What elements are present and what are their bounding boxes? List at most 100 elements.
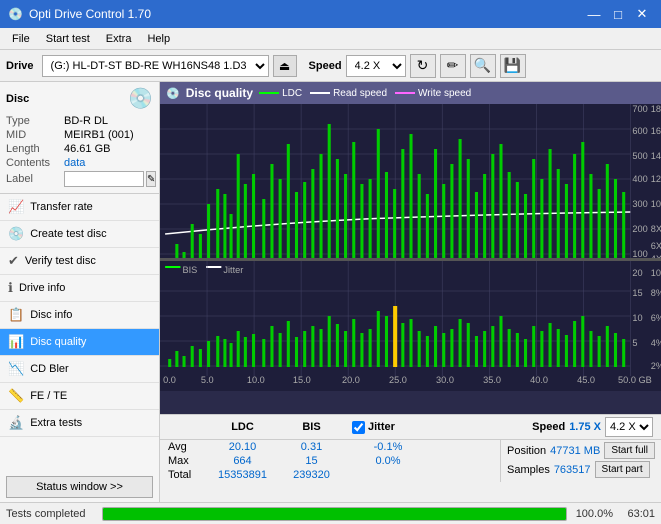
svg-text:500: 500 [632, 151, 647, 161]
mid-value: MEIRB1 (001) [64, 129, 134, 141]
avg-jitter: -0.1% [348, 441, 428, 453]
disc-info-icon: 📋 [8, 307, 24, 323]
menu-file[interactable]: File [4, 31, 38, 47]
legend-ldc: LDC [259, 88, 302, 99]
max-jitter: 0.0% [348, 455, 428, 467]
svg-text:10X: 10X [651, 199, 661, 209]
svg-text:8%: 8% [651, 288, 661, 298]
content-header: 💿 Disc quality LDC Read speed Write spee… [160, 82, 661, 104]
menu-start-test[interactable]: Start test [38, 31, 98, 47]
drive-info-icon: ℹ [8, 280, 13, 296]
ldc-legend-label: LDC [282, 88, 302, 99]
drive-select[interactable]: (G:) HL-DT-ST BD-RE WH16NS48 1.D3 [42, 55, 269, 77]
sidebar-item-fe-te[interactable]: 📏 FE / TE [0, 383, 159, 410]
content-title: Disc quality [186, 86, 253, 100]
stats-bar: LDC BIS Jitter Speed 1.75 X 4.2 X [160, 414, 661, 502]
charts-container: 700 600 500 400 300 200 100 18X 16X 14X … [160, 104, 661, 502]
total-ldc: 15353891 [210, 469, 275, 481]
menu-extra[interactable]: Extra [98, 31, 140, 47]
ldc-header: LDC [210, 421, 275, 433]
ldc-chart: 700 600 500 400 300 200 100 18X 16X 14X … [160, 104, 661, 258]
length-label: Length [6, 143, 64, 155]
svg-text:5: 5 [632, 338, 637, 348]
disc-info-label: Disc info [30, 309, 72, 321]
position-label: Position [507, 445, 546, 457]
bis-header: BIS [279, 421, 344, 433]
status-window-button[interactable]: Status window >> [6, 476, 153, 498]
svg-text:0.0: 0.0 [163, 375, 176, 385]
svg-text:100: 100 [632, 249, 647, 257]
sidebar-item-drive-info[interactable]: ℹ Drive info [0, 275, 159, 302]
progress-time: 63:01 [619, 508, 655, 520]
menubar: File Start test Extra Help [0, 28, 661, 50]
chart-legend: LDC Read speed Write speed [259, 88, 471, 99]
sidebar-item-disc-info[interactable]: 📋 Disc info [0, 302, 159, 329]
eject-button[interactable]: ⏏ [273, 55, 297, 77]
sidebar-item-create-test-disc[interactable]: 💿 Create test disc [0, 221, 159, 248]
create-test-disc-label: Create test disc [30, 228, 106, 240]
contents-label: Contents [6, 157, 64, 169]
sidebar-item-disc-quality[interactable]: 📊 Disc quality [0, 329, 159, 356]
save-button[interactable]: 💾 [500, 54, 526, 78]
close-button[interactable]: ✕ [631, 3, 653, 25]
svg-text:BIS: BIS [182, 265, 197, 275]
svg-text:600: 600 [632, 126, 647, 136]
type-value: BD-R DL [64, 115, 108, 127]
titlebar-controls: — □ ✕ [583, 3, 653, 25]
disc-type-row: Type BD-R DL [6, 115, 153, 127]
speed-select[interactable]: 4.2 X Max 2.0 X [346, 55, 406, 77]
label-input[interactable] [64, 171, 144, 187]
create-test-disc-icon: 💿 [8, 226, 24, 242]
disc-quality-icon: 📊 [8, 334, 24, 350]
svg-text:6X: 6X [651, 241, 661, 251]
speed-avg-value: 1.75 X [569, 421, 601, 433]
speed-quality-select[interactable]: 4.2 X [605, 417, 653, 437]
main-layout: Disc 💿 Type BD-R DL MID MEIRB1 (001) Len… [0, 82, 661, 502]
label-label: Label [6, 173, 64, 185]
app-title: Opti Drive Control 1.70 [29, 7, 151, 21]
jitter-header: Jitter [368, 421, 395, 433]
transfer-rate-icon: 📈 [8, 199, 24, 215]
fe-te-label: FE / TE [30, 390, 67, 402]
svg-text:20: 20 [632, 268, 642, 278]
transfer-rate-label: Transfer rate [30, 201, 93, 213]
start-full-button[interactable]: Start full [604, 442, 655, 459]
svg-text:4X: 4X [651, 254, 661, 257]
sidebar-item-transfer-rate[interactable]: 📈 Transfer rate [0, 194, 159, 221]
svg-text:2%: 2% [651, 361, 661, 371]
content-icon: 💿 [166, 87, 180, 100]
fe-te-icon: 📏 [8, 388, 24, 404]
legend-write: Write speed [395, 88, 471, 99]
disc-info-header: Disc 💿 [6, 86, 153, 111]
minimize-button[interactable]: — [583, 3, 605, 25]
mid-label: MID [6, 129, 64, 141]
write-legend-label: Write speed [418, 88, 471, 99]
start-part-button[interactable]: Start part [595, 461, 650, 478]
svg-text:700: 700 [632, 104, 647, 114]
disc-quality-label: Disc quality [30, 336, 86, 348]
samples-label: Samples [507, 464, 550, 476]
samples-value: 763517 [554, 464, 591, 476]
menu-help[interactable]: Help [139, 31, 178, 47]
sidebar-item-cd-bler[interactable]: 📉 CD Bler [0, 356, 159, 383]
search-button[interactable]: 🔍 [470, 54, 496, 78]
speed-header: Speed [532, 421, 565, 433]
sidebar-item-verify-test-disc[interactable]: ✔ Verify test disc [0, 248, 159, 275]
total-label: Total [168, 469, 206, 481]
jitter-checkbox[interactable] [352, 421, 365, 434]
disc-info-panel: Disc 💿 Type BD-R DL MID MEIRB1 (001) Len… [0, 82, 159, 194]
nav-list: 📈 Transfer rate 💿 Create test disc ✔ Ver… [0, 194, 159, 472]
extra-tests-label: Extra tests [30, 417, 82, 429]
sidebar-item-extra-tests[interactable]: 🔬 Extra tests [0, 410, 159, 437]
bis-chart: BIS Jitter [160, 261, 661, 415]
ldc-chart-svg: 700 600 500 400 300 200 100 18X 16X 14X … [160, 104, 661, 258]
contents-value: data [64, 157, 85, 169]
disc-length-row: Length 46.61 GB [6, 143, 153, 155]
label-edit-button[interactable]: ✎ [146, 171, 156, 187]
svg-text:200: 200 [632, 224, 647, 234]
sidebar: Disc 💿 Type BD-R DL MID MEIRB1 (001) Len… [0, 82, 160, 502]
maximize-button[interactable]: □ [607, 3, 629, 25]
refresh-button[interactable]: ↻ [410, 54, 436, 78]
app-icon: 💿 [8, 7, 23, 21]
edit-button[interactable]: ✏ [440, 54, 466, 78]
